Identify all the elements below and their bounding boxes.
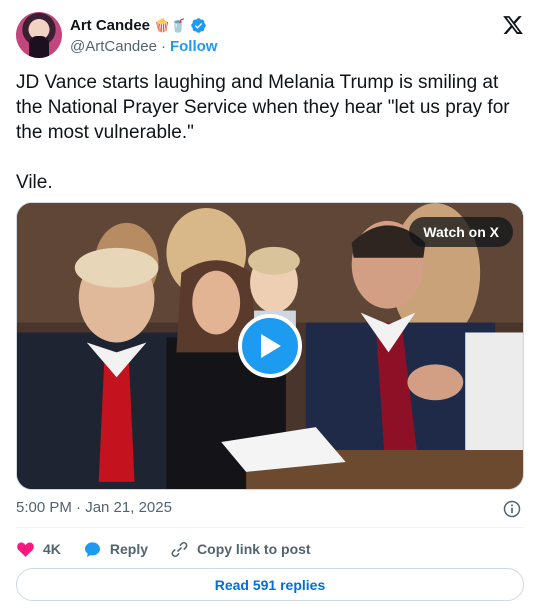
embedded-tweet-card: Art Candee 🍿🥤 @ArtCandee · Follow JD Van… xyxy=(0,0,540,616)
follow-link[interactable]: Follow xyxy=(170,38,218,55)
copy-link-label: Copy link to post xyxy=(197,541,311,557)
avatar[interactable] xyxy=(16,12,62,58)
copy-link-button[interactable]: Copy link to post xyxy=(170,540,311,559)
heart-icon xyxy=(17,541,34,557)
video-thumbnail[interactable]: Watch on X xyxy=(16,202,524,490)
tweet-header: Art Candee 🍿🥤 @ArtCandee · Follow xyxy=(16,12,524,60)
timestamp[interactable]: 5:00 PM · Jan 21, 2025 xyxy=(16,499,172,516)
separator: · xyxy=(160,37,166,55)
like-count: 4K xyxy=(43,541,61,557)
divider xyxy=(16,527,524,528)
action-bar: 4K Reply Copy link to post xyxy=(16,538,333,560)
reply-icon xyxy=(84,541,100,557)
play-icon xyxy=(261,334,281,358)
like-button[interactable]: 4K xyxy=(16,540,61,559)
handle-row: @ArtCandee · Follow xyxy=(70,36,217,56)
name-emoji: 🍿🥤 xyxy=(154,17,187,33)
tweet-text: JD Vance starts laughing and Melania Tru… xyxy=(16,72,510,193)
handle[interactable]: @ArtCandee xyxy=(70,38,157,55)
read-replies-button[interactable]: Read 591 replies xyxy=(16,568,524,601)
display-name[interactable]: Art Candee xyxy=(70,17,150,34)
reply-label: Reply xyxy=(109,541,149,557)
link-icon xyxy=(171,541,188,557)
reply-button[interactable]: Reply xyxy=(83,540,148,559)
play-button[interactable] xyxy=(238,314,302,378)
verified-icon xyxy=(191,17,207,33)
name-row: Art Candee 🍿🥤 xyxy=(70,15,207,35)
info-icon[interactable] xyxy=(502,499,522,519)
watch-on-x-button[interactable]: Watch on X xyxy=(409,217,513,247)
x-logo-icon[interactable] xyxy=(502,14,524,36)
